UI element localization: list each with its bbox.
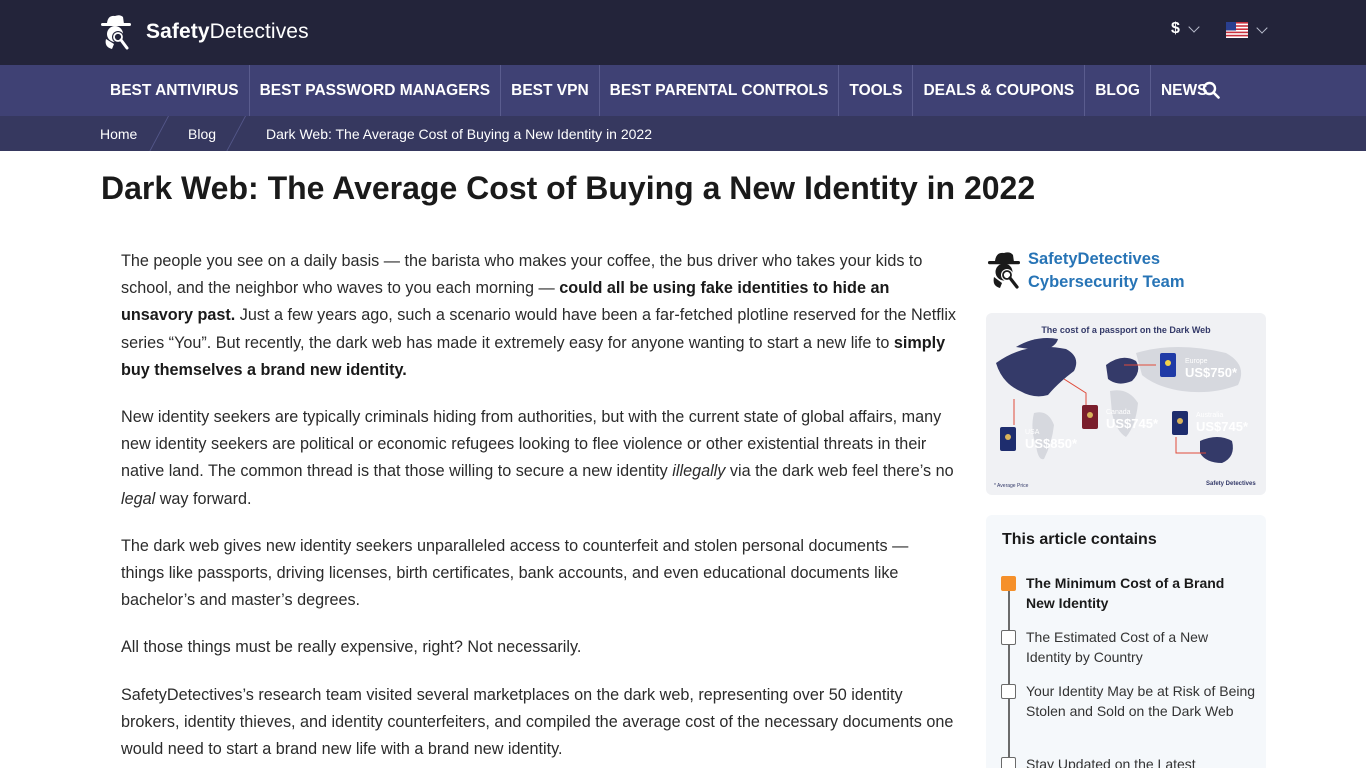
main-navigation: BEST ANTIVIRUS BEST PASSWORD MANAGERS BE… bbox=[0, 65, 1366, 116]
passport-cost-infographic: The cost of a passport on the Dark Web E… bbox=[986, 313, 1266, 495]
toc-checkbox bbox=[1001, 757, 1016, 768]
nav-best-antivirus[interactable]: BEST ANTIVIRUS bbox=[100, 65, 250, 116]
price-australia: Australia US$745* bbox=[1196, 412, 1249, 434]
toc-item[interactable]: The Estimated Cost of a New Identity by … bbox=[1001, 628, 1256, 667]
toc-checkbox-active bbox=[1001, 576, 1016, 591]
infographic-legend: * Average Price bbox=[994, 483, 1029, 489]
detective-logo-icon bbox=[101, 15, 131, 50]
chevron-down-icon bbox=[1256, 21, 1268, 34]
toc-checkbox bbox=[1001, 684, 1016, 699]
author-name-line2[interactable]: Cybersecurity Team bbox=[1028, 271, 1185, 294]
detective-avatar-icon bbox=[988, 252, 1020, 289]
article-paragraph: SafetyDetectives’s research team visited… bbox=[121, 685, 954, 759]
article-paragraph: New identity seekers are typically crimi… bbox=[121, 408, 954, 508]
price-usa: USA US$850* bbox=[1025, 429, 1078, 451]
top-header: SafetyDetectives $ bbox=[0, 0, 1366, 65]
logo-text-regular: Detectives bbox=[209, 20, 309, 43]
breadcrumb-divider bbox=[221, 116, 246, 151]
price-canada: Canada US$745* bbox=[1106, 409, 1159, 431]
nav-best-parental-controls[interactable]: BEST PARENTAL CONTROLS bbox=[600, 65, 840, 116]
toc-item[interactable]: The Minimum Cost of a Brand New Identity bbox=[1001, 574, 1256, 613]
language-selector[interactable] bbox=[1226, 21, 1268, 38]
price-europe: Europe US$750* bbox=[1185, 358, 1238, 380]
nav-best-vpn[interactable]: BEST VPN bbox=[501, 65, 600, 116]
currency-label: $ bbox=[1171, 20, 1180, 37]
toc-checkbox bbox=[1001, 630, 1016, 645]
nav-blog[interactable]: BLOG bbox=[1085, 65, 1151, 116]
toc-item[interactable]: Stay Updated on the Latest bbox=[1001, 755, 1256, 768]
toc-title: This article contains bbox=[1002, 531, 1157, 548]
search-icon[interactable] bbox=[1202, 81, 1220, 99]
nav-deals-coupons[interactable]: DEALS & COUPONS bbox=[913, 65, 1086, 116]
toc-item[interactable]: Your Identity May be at Risk of Being St… bbox=[1001, 682, 1256, 721]
article-body: The people you see on a daily basis — th… bbox=[121, 248, 956, 768]
infographic-brand: Safety Detectives bbox=[1206, 481, 1256, 487]
article-paragraph: The dark web gives new identity seekers … bbox=[121, 536, 909, 610]
author-card[interactable]: SafetyDetectives Cybersecurity Team bbox=[987, 248, 1185, 294]
world-map-illustration bbox=[996, 338, 1242, 463]
nav-best-password-managers[interactable]: BEST PASSWORD MANAGERS bbox=[250, 65, 502, 116]
us-flag-icon bbox=[1226, 22, 1248, 38]
breadcrumb-home[interactable]: Home bbox=[100, 116, 137, 151]
article-paragraph: The people you see on a daily basis — th… bbox=[121, 252, 957, 379]
logo-text-bold: Safety bbox=[146, 20, 210, 43]
site-logo[interactable]: SafetyDetectives bbox=[100, 13, 309, 51]
article-paragraph: All those things must be really expensiv… bbox=[121, 638, 582, 657]
chevron-down-icon bbox=[1188, 20, 1200, 33]
page-title: Dark Web: The Average Cost of Buying a N… bbox=[101, 170, 1036, 206]
breadcrumb-divider bbox=[144, 116, 169, 151]
nav-tools[interactable]: TOOLS bbox=[839, 65, 914, 116]
breadcrumb-blog[interactable]: Blog bbox=[188, 116, 216, 151]
breadcrumb: Home Blog Dark Web: The Average Cost of … bbox=[0, 116, 1366, 151]
currency-selector[interactable]: $ bbox=[1171, 20, 1200, 38]
breadcrumb-current: Dark Web: The Average Cost of Buying a N… bbox=[266, 125, 652, 142]
table-of-contents: This article contains The Minimum Cost o… bbox=[986, 515, 1266, 768]
author-name-line1[interactable]: SafetyDetectives bbox=[1028, 248, 1185, 271]
